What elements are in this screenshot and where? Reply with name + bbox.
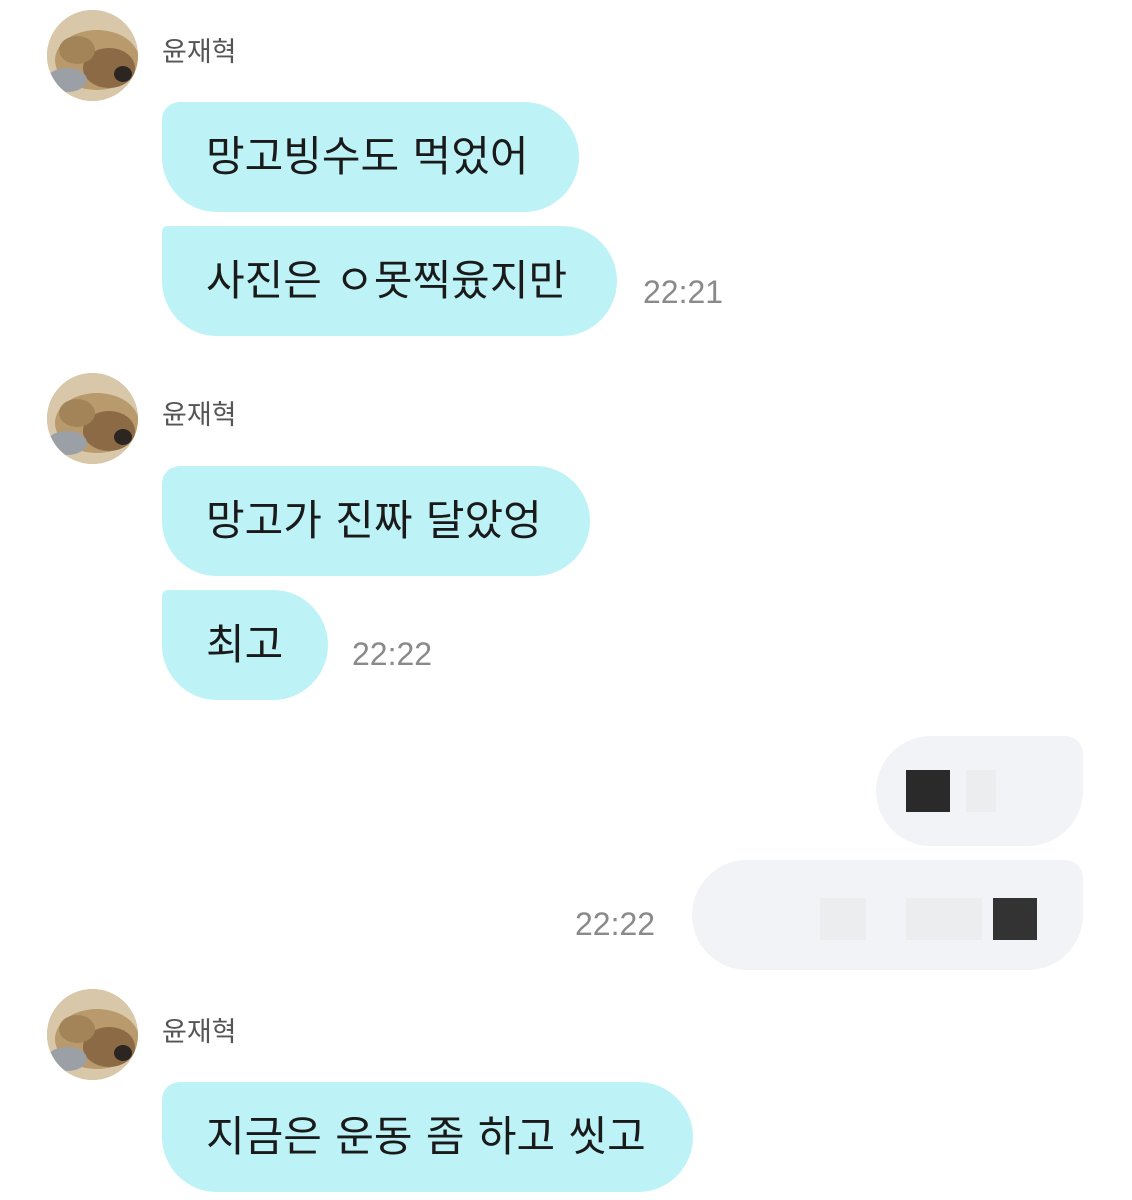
chat-thread: 윤재혁 망고빙수도 먹었어 사진은 ㅇ못찍윴지만 22:21 윤재혁 망고가 진… (0, 0, 1132, 1200)
sender-avatar[interactable] (47, 373, 138, 464)
message-text: 사진은 ㅇ못찍윴지만 (206, 256, 568, 305)
message-time: 22:21 (643, 274, 724, 310)
message-time: 22:22 (352, 636, 433, 672)
message-text: 망고빙수도 먹었어 (206, 132, 529, 181)
message-bubble[interactable]: 지금은 운동 좀 하고 씻고 (162, 1082, 693, 1192)
message-time: 22:22 (575, 906, 656, 942)
sender-name: 윤재혁 (162, 37, 237, 68)
message-text: 망고가 진짜 달았엉 (206, 496, 542, 545)
sender-name: 윤재혁 (162, 1017, 237, 1048)
message-bubble[interactable]: 망고가 진짜 달았엉 (162, 466, 590, 576)
redaction-block (906, 898, 982, 940)
sender-avatar[interactable] (47, 989, 138, 1080)
redaction-block (820, 898, 866, 940)
message-bubble[interactable]: 최고 (162, 590, 328, 700)
message-bubble[interactable]: 망고빙수도 먹었어 (162, 102, 579, 212)
message-text: 최고 (206, 620, 284, 669)
outgoing-message-bubble[interactable] (876, 736, 1083, 846)
redaction-block (993, 898, 1037, 940)
message-text: 지금은 운동 좀 하고 씻고 (206, 1112, 646, 1161)
redaction-block (906, 770, 950, 812)
sender-avatar[interactable] (47, 10, 138, 101)
outgoing-message-bubble[interactable] (692, 860, 1083, 970)
redaction-block (966, 770, 996, 812)
sender-name: 윤재혁 (162, 400, 237, 431)
message-bubble[interactable]: 사진은 ㅇ못찍윴지만 (162, 226, 617, 336)
